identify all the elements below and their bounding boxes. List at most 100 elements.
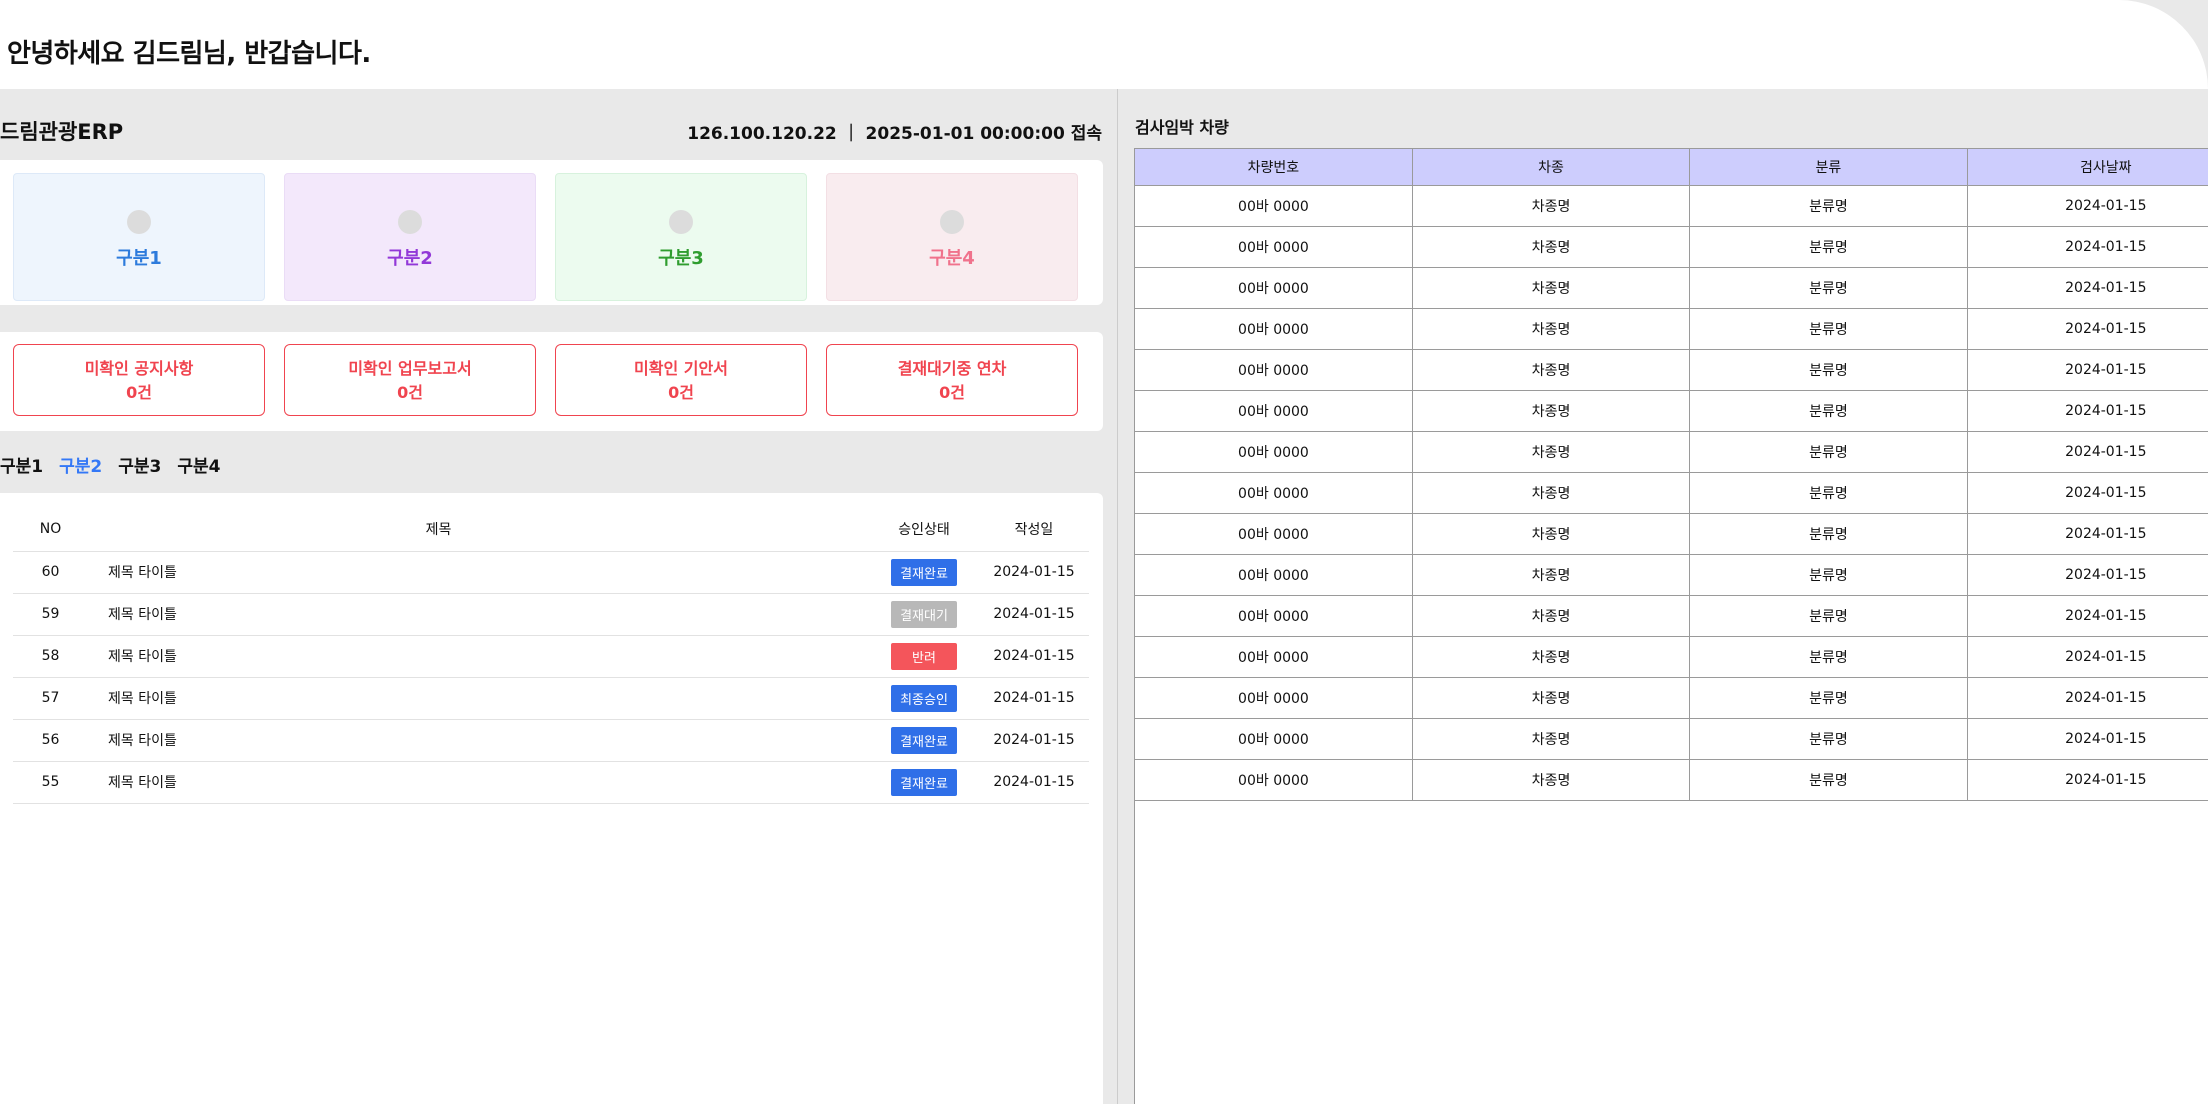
- cell-plate-number: 00바 0000: [1135, 431, 1413, 473]
- cell-classification: 분류명: [1689, 267, 1968, 309]
- header-car-model: 차종: [1412, 148, 1691, 186]
- cell-inspection-date: 2024-01-15: [1967, 308, 2208, 350]
- row-title[interactable]: 제목 타이틀: [88, 593, 869, 636]
- cell-classification: 분류명: [1689, 595, 1968, 637]
- table-row[interactable]: 00바 0000 차종명 분류명 2024-01-15: [1135, 595, 2208, 637]
- status-badge: 결재완료: [891, 558, 957, 586]
- row-no: 58: [13, 635, 88, 678]
- table-row[interactable]: 58 제목 타이틀 반려 2024-01-15: [13, 635, 1089, 678]
- table-row[interactable]: 00바 0000 차종명 분류명 2024-01-15: [1135, 513, 2208, 555]
- table-row[interactable]: 00바 0000 차종명 분류명 2024-01-15: [1135, 759, 2208, 801]
- cell-classification: 분류명: [1689, 349, 1968, 391]
- category-card-3[interactable]: 구분3: [555, 173, 807, 301]
- table-row[interactable]: 00바 0000 차종명 분류명 2024-01-15: [1135, 226, 2208, 268]
- cell-car-model: 차종명: [1412, 226, 1691, 268]
- table-row[interactable]: 00바 0000 차종명 분류명 2024-01-15: [1135, 472, 2208, 514]
- table-row[interactable]: 55 제목 타이틀 결재완료 2024-01-15: [13, 761, 1089, 804]
- erp-title: 드림관광ERP: [0, 120, 124, 144]
- row-title[interactable]: 제목 타이틀: [88, 761, 869, 804]
- cell-inspection-date: 2024-01-15: [1967, 513, 2208, 555]
- row-status-cell: 결재완료: [869, 719, 979, 762]
- vehicle-table-area[interactable]: 차량번호 차종 분류 검사날짜 00바 0000 차종명 분류명 2024-01-15…: [1134, 148, 2208, 1104]
- cell-classification: 분류명: [1689, 185, 1968, 227]
- table-row[interactable]: 00바 0000 차종명 분류명 2024-01-15: [1135, 554, 2208, 596]
- category-card-4[interactable]: 구분4: [826, 173, 1078, 301]
- cell-plate-number: 00바 0000: [1135, 308, 1413, 350]
- table-row[interactable]: 00바 0000 차종명 분류명 2024-01-15: [1135, 677, 2208, 719]
- table-row[interactable]: 00바 0000 차종명 분류명 2024-01-15: [1135, 390, 2208, 432]
- table-row[interactable]: 00바 0000 차종명 분류명 2024-01-15: [1135, 636, 2208, 678]
- table-row[interactable]: 00바 0000 차종명 분류명 2024-01-15: [1135, 431, 2208, 473]
- cell-classification: 분류명: [1689, 677, 1968, 719]
- row-title[interactable]: 제목 타이틀: [88, 635, 869, 678]
- row-no: 55: [13, 761, 88, 804]
- cell-inspection-date: 2024-01-15: [1967, 185, 2208, 227]
- alert-count: 0건: [668, 383, 694, 402]
- alert-unread-drafts[interactable]: 미확인 기안서 0건: [555, 344, 807, 416]
- tab-category-2[interactable]: 구분2: [59, 452, 102, 477]
- greeting-text: 안녕하세요 김드림님, 반갑습니다.: [7, 39, 371, 69]
- cell-plate-number: 00바 0000: [1135, 390, 1413, 432]
- cell-inspection-date: 2024-01-15: [1967, 390, 2208, 432]
- cell-inspection-date: 2024-01-15: [1967, 759, 2208, 801]
- alert-pending-leave[interactable]: 결재대기중 연차 0건: [826, 344, 1078, 416]
- alert-unread-notices[interactable]: 미확인 공지사항 0건: [13, 344, 265, 416]
- cell-car-model: 차종명: [1412, 513, 1691, 555]
- cell-classification: 분류명: [1689, 554, 1968, 596]
- row-date: 2024-01-15: [979, 761, 1089, 804]
- row-status-cell: 결재완료: [869, 761, 979, 804]
- alert-unread-reports[interactable]: 미확인 업무보고서 0건: [284, 344, 536, 416]
- category-label: 구분3: [658, 248, 704, 269]
- row-no: 56: [13, 719, 88, 762]
- cell-car-model: 차종명: [1412, 554, 1691, 596]
- cell-car-model: 차종명: [1412, 636, 1691, 678]
- category-card-1[interactable]: 구분1: [13, 173, 265, 301]
- cell-classification: 분류명: [1689, 718, 1968, 760]
- table-row[interactable]: 60 제목 타이틀 결재완료 2024-01-15: [13, 551, 1089, 594]
- tab-category-4[interactable]: 구분4: [177, 452, 220, 477]
- table-row[interactable]: 57 제목 타이틀 최종승인 2024-01-15: [13, 677, 1089, 720]
- row-title[interactable]: 제목 타이틀: [88, 551, 869, 594]
- row-title[interactable]: 제목 타이틀: [88, 719, 869, 762]
- status-badge: 최종승인: [891, 684, 957, 712]
- row-date: 2024-01-15: [979, 593, 1089, 636]
- row-no: 59: [13, 593, 88, 636]
- row-title[interactable]: 제목 타이틀: [88, 677, 869, 720]
- table-row[interactable]: 00바 0000 차종명 분류명 2024-01-15: [1135, 185, 2208, 227]
- cell-car-model: 차종명: [1412, 677, 1691, 719]
- tab-category-3[interactable]: 구분3: [118, 452, 161, 477]
- cell-plate-number: 00바 0000: [1135, 513, 1413, 555]
- cell-inspection-date: 2024-01-15: [1967, 636, 2208, 678]
- cell-inspection-date: 2024-01-15: [1967, 349, 2208, 391]
- cell-car-model: 차종명: [1412, 308, 1691, 350]
- cell-car-model: 차종명: [1412, 349, 1691, 391]
- cell-plate-number: 00바 0000: [1135, 595, 1413, 637]
- row-status-cell: 반려: [869, 635, 979, 678]
- table-row[interactable]: 59 제목 타이틀 결재대기 2024-01-15: [13, 593, 1089, 636]
- row-status-cell: 결재대기: [869, 593, 979, 636]
- table-row[interactable]: 00바 0000 차종명 분류명 2024-01-15: [1135, 308, 2208, 350]
- table-row[interactable]: 00바 0000 차종명 분류명 2024-01-15: [1135, 718, 2208, 760]
- header-no: NO: [13, 507, 88, 552]
- tab-category-1[interactable]: 구분1: [0, 452, 43, 477]
- category-icon: [669, 210, 693, 234]
- category-card-2[interactable]: 구분2: [284, 173, 536, 301]
- document-table: NO 제목 승인상태 작성일 60 제목 타이틀 결재완료 2024-01-15 59 제…: [13, 507, 1089, 804]
- cell-inspection-date: 2024-01-15: [1967, 677, 2208, 719]
- header-plate-number: 차량번호: [1135, 148, 1413, 186]
- cell-car-model: 차종명: [1412, 759, 1691, 801]
- cell-car-model: 차종명: [1412, 472, 1691, 514]
- row-date: 2024-01-15: [979, 635, 1089, 678]
- row-date: 2024-01-15: [979, 551, 1089, 594]
- cell-inspection-date: 2024-01-15: [1967, 595, 2208, 637]
- cell-plate-number: 00바 0000: [1135, 759, 1413, 801]
- cell-classification: 분류명: [1689, 472, 1968, 514]
- table-row[interactable]: 56 제목 타이틀 결재완료 2024-01-15: [13, 719, 1089, 762]
- cell-car-model: 차종명: [1412, 431, 1691, 473]
- cell-classification: 분류명: [1689, 390, 1968, 432]
- table-row[interactable]: 00바 0000 차종명 분류명 2024-01-15: [1135, 349, 2208, 391]
- row-date: 2024-01-15: [979, 677, 1089, 720]
- table-row[interactable]: 00바 0000 차종명 분류명 2024-01-15: [1135, 267, 2208, 309]
- cell-classification: 분류명: [1689, 513, 1968, 555]
- cell-classification: 분류명: [1689, 636, 1968, 678]
